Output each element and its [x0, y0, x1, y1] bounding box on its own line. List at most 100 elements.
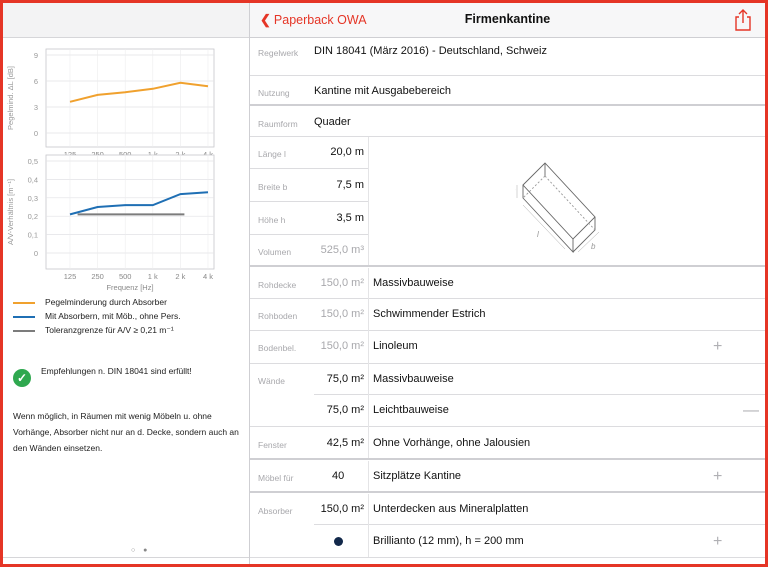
- width-label: b: [591, 242, 596, 251]
- advice-text: Wenn möglich, in Räumen mit wenig Möbeln…: [13, 411, 239, 453]
- row-moebel[interactable]: Möbel für 40 Sitzplätze Kantine +: [250, 461, 765, 491]
- section-divider: [250, 104, 765, 106]
- results-sidebar: 9 6 3 0 125 250 500 1 k 2 k 4 k Pegelmind. ΔL [dB]…: [3, 3, 253, 564]
- bodenbelag-area: 150,0 m²: [320, 340, 364, 352]
- fenster-type: Ohne Vorhänge, ohne Jalousien: [373, 437, 531, 449]
- sidebar-divider: [3, 557, 249, 558]
- section-divider: [250, 265, 765, 267]
- x-tick-label: 250: [91, 272, 104, 281]
- y-tick-label: 6: [34, 77, 38, 86]
- fenster-label: Fenster: [258, 440, 287, 450]
- x-tick-label: 2 k: [175, 272, 185, 281]
- bodenbelag-label: Bodenbel.: [258, 343, 297, 353]
- remove-layer-button[interactable]: —: [743, 403, 759, 419]
- waende2-type: Leichtbauweise: [373, 404, 449, 416]
- x-tick-label: 500: [119, 272, 132, 281]
- page-title: Firmenkantine: [464, 12, 551, 26]
- legend-label: Pegelminderung durch Absorber: [45, 297, 167, 307]
- legend-item-mit-absorbern: Mit Absorbern, mit Möb., ohne Pers.: [13, 311, 253, 323]
- nutzung-label: Nutzung: [258, 88, 290, 98]
- row-absorber[interactable]: Absorber 150,0 m² Unterdecken aus Minera…: [250, 494, 765, 524]
- absorber-color-dot: [334, 537, 343, 546]
- status-message: Empfehlungen n. DIN 18041 sind erfüllt!: [41, 366, 192, 376]
- legend-label: Mit Absorbern, mit Möb., ohne Pers.: [45, 311, 181, 321]
- row-raumform[interactable]: Raumform Quader: [250, 107, 765, 135]
- height-label: h: [515, 186, 516, 195]
- legend-label: Toleranzgrenze für A/V ≥ 0,21 m⁻¹: [45, 325, 174, 335]
- y-tick-label: 0,1: [28, 231, 38, 240]
- regelwerk-label: Regelwerk: [258, 48, 299, 58]
- moebel-label: Möbel für: [258, 473, 294, 483]
- x-tick-label: 4 k: [203, 272, 213, 281]
- checkmark-icon: ✓: [13, 369, 31, 387]
- breite-value: 7,5 m: [336, 179, 364, 191]
- chart-frame: [45, 48, 215, 148]
- rohdecke-type: Massivbauweise: [373, 277, 454, 289]
- room-form: Regelwerk DIN 18041 (März 2016) - Deutsc…: [250, 38, 765, 564]
- row-volumen: Volumen 525,0 m³: [250, 235, 765, 265]
- dimension-column-divider: [368, 137, 369, 265]
- y-tick-label: 9: [34, 51, 38, 60]
- hoehe-value: 3,5 m: [336, 212, 364, 224]
- x-axis-label: Frequenz [Hz]: [106, 283, 153, 292]
- row-rohboden[interactable]: Rohboden 150,0 m² Schwimmender Estrich: [250, 299, 765, 330]
- legend-swatch-blue: [13, 316, 35, 318]
- length-label: l: [537, 230, 539, 239]
- waende-type: Massivbauweise: [373, 373, 454, 385]
- laenge-label: Länge l: [258, 149, 286, 159]
- chart-frame: [45, 154, 215, 270]
- section-divider: [250, 458, 765, 460]
- add-layer-button[interactable]: +: [713, 339, 722, 355]
- rohboden-type: Schwimmender Estrich: [373, 308, 486, 320]
- rohdecke-label: Rohdecke: [258, 280, 297, 290]
- furniture-column-divider: [368, 461, 369, 491]
- row-regelwerk[interactable]: Regelwerk DIN 18041 (März 2016) - Deutsc…: [250, 38, 765, 66]
- add-absorber-button[interactable]: +: [713, 534, 722, 550]
- y-tick-label: 0: [34, 129, 38, 138]
- absorber-product: Brillianto (12 mm), h = 200 mm: [373, 535, 524, 547]
- row-bodenbelag[interactable]: Bodenbel. 150,0 m² Linoleum +: [250, 331, 765, 362]
- navigation-bar: ❮ Paperback OWA Firmenkantine: [250, 3, 765, 38]
- y-tick-label: 0,5: [28, 157, 38, 166]
- divider: [250, 557, 765, 558]
- y-tick-label: 0,3: [28, 194, 38, 203]
- laenge-value: 20,0 m: [330, 146, 364, 158]
- room-box-diagram: h l b: [515, 162, 600, 253]
- section-divider: [250, 491, 765, 493]
- row-rohdecke[interactable]: Rohdecke 150,0 m² Massivbauweise: [250, 268, 765, 298]
- row-breite[interactable]: Breite b 7,5 m: [250, 169, 765, 201]
- y-tick-label: 0,2: [28, 212, 38, 221]
- row-waende[interactable]: Wände 75,0 m² Massivbauweise: [250, 364, 765, 394]
- rohdecke-area: 150,0 m²: [320, 277, 364, 289]
- row-nutzung[interactable]: Nutzung Kantine mit Ausgabebereich: [250, 76, 765, 104]
- legend-item-pegelminderung: Pegelminderung durch Absorber: [13, 297, 253, 309]
- waende2-area: 75,0 m²: [326, 404, 364, 416]
- row-absorber-product[interactable]: Brillianto (12 mm), h = 200 mm +: [250, 525, 765, 557]
- row-hoehe[interactable]: Höhe h 3,5 m: [250, 202, 765, 234]
- y-axis-label: Pegelmind. ΔL [dB]: [6, 66, 15, 130]
- share-icon[interactable]: [734, 9, 752, 31]
- waende-area: 75,0 m²: [326, 373, 364, 385]
- row-fenster[interactable]: Fenster 42,5 m² Ohne Vorhänge, ohne Jalo…: [250, 427, 765, 458]
- absorber-type: Unterdecken aus Mineralplatten: [373, 503, 529, 515]
- row-waende-leichtbau[interactable]: 75,0 m² Leichtbauweise —: [250, 395, 765, 426]
- rohboden-area: 150,0 m²: [320, 308, 364, 320]
- y-tick-label: 0,4: [28, 175, 38, 184]
- nutzung-value: Kantine mit Ausgabebereich: [314, 85, 451, 97]
- breite-label: Breite b: [258, 182, 288, 192]
- absorber-column-divider: [368, 494, 369, 557]
- absorber-label: Absorber: [258, 506, 293, 516]
- add-furniture-button[interactable]: +: [713, 469, 722, 485]
- page-indicator[interactable]: ○ ●: [131, 547, 150, 554]
- bodenbelag-type: Linoleum: [373, 340, 418, 352]
- y-tick-label: 3: [34, 103, 38, 112]
- moebel-type: Sitzplätze Kantine: [373, 470, 462, 482]
- results-charts: 9 6 3 0 125 250 500 1 k 2 k 4 k Pegelmind. ΔL [dB]…: [6, 48, 215, 292]
- waende-label: Wände: [258, 376, 285, 386]
- y-tick-label: 0: [34, 249, 38, 258]
- row-laenge[interactable]: Länge l 20,0 m: [250, 137, 765, 167]
- x-tick-label: 1 k: [148, 272, 158, 281]
- surface-column-divider: [368, 268, 369, 458]
- moebel-count: 40: [332, 470, 345, 482]
- legend-swatch-orange: [13, 302, 35, 304]
